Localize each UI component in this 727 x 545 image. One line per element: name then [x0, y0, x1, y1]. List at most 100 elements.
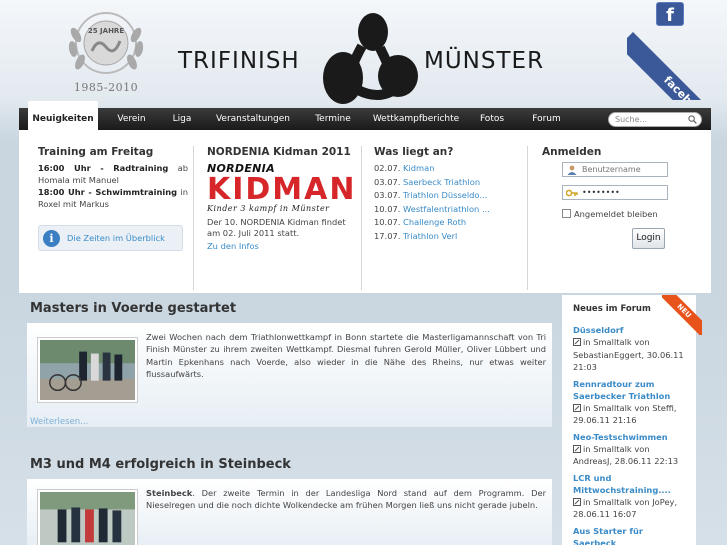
article-photo[interactable] — [37, 489, 138, 545]
upcoming-date: 03.07. — [374, 190, 401, 200]
upcoming-date: 17.07. — [374, 230, 401, 241]
anniversary-years: 1985-2010 — [73, 81, 139, 94]
upcoming-link[interactable]: Westfalentriathlon ... — [403, 204, 490, 214]
kidman-title: NORDENIA Kidman 2011 — [207, 146, 351, 158]
team-photo-image — [40, 492, 135, 545]
read-more-link[interactable]: Weiterlesen... — [30, 417, 88, 427]
post-icon — [573, 403, 581, 412]
facebook-icon[interactable]: f — [656, 2, 684, 26]
kidman-text: Der 10. NORDENIA Kidman findet am 02. Ju… — [207, 217, 346, 238]
kidman-logo-big: KIDMAN — [207, 172, 357, 207]
upcoming-item[interactable]: 03.07. Saerbeck Triathlon — [374, 176, 504, 190]
forum-item: Neo-Testschwimmen in Smalltalk von Andre… — [573, 431, 689, 468]
logo-text-left[interactable]: TRIFINISH — [178, 48, 300, 74]
remember-me[interactable]: Angemeldet bleiben — [562, 209, 658, 219]
nav-item-veranstaltungen[interactable]: Veranstaltungen — [212, 108, 294, 130]
nav-item-verein[interactable]: Verein — [109, 108, 154, 130]
article-text: Zwei Wochen nach dem Triathlonwettkampf … — [146, 332, 546, 379]
username-field[interactable]: Benutzername — [562, 162, 668, 177]
schedule-overview-link[interactable]: Die Zeiten im Überblick — [67, 233, 165, 243]
nav-item-wettkampfberichte[interactable]: Wettkampfberichte — [371, 108, 461, 130]
kidman-column: NORDENIA Kidman 2011 NORDENIA KIDMAN Kin… — [207, 130, 357, 293]
nav-item-liga[interactable]: Liga — [163, 108, 201, 130]
post-icon — [573, 444, 581, 453]
upcoming-item[interactable]: 10.07. Westfalentriathlon ... — [374, 203, 504, 217]
upcoming-title: Was liegt an? — [374, 146, 454, 158]
kidman-logo-sub: Kinder 3 kampf in Münster — [207, 204, 330, 213]
login-button[interactable]: Login — [632, 228, 665, 249]
training-title: Training am Freitag — [38, 146, 154, 158]
article-photo[interactable] — [37, 337, 138, 403]
info-panel: Training am Freitag 16:00 Uhr - Radtrain… — [19, 130, 711, 293]
nav-item-neuigkeiten[interactable]: Neuigkeiten — [28, 101, 98, 130]
forum-item-meta-text: in Smalltalk von SebastianEggert, 30.06.… — [573, 337, 684, 372]
nav-item-fotos[interactable]: Fotos — [471, 108, 513, 130]
info-icon: i — [43, 230, 60, 247]
forum-item-title[interactable]: Aus Starter für Saerbeck — [573, 525, 689, 545]
training-column: Training am Freitag 16:00 Uhr - Radtrain… — [38, 130, 188, 293]
nav-item-termine[interactable]: Termine — [306, 108, 360, 130]
login-column: Anmelden Benutzername •••••••• Angemelde… — [542, 130, 692, 293]
forum-item-title[interactable]: LCR und Mittwochstraining.... — [573, 472, 689, 496]
forum-item-meta: in Smalltalk von AndreasJ, 28.06.11 22:1… — [573, 443, 689, 468]
forum-item-title[interactable]: Neo-Testschwimmen — [573, 431, 689, 443]
forum-item-meta-text: in Smalltalk von JoPey, 28.06.11 16:07 — [573, 496, 678, 520]
upcoming-link[interactable]: Kidman — [403, 163, 434, 173]
main-navigation: Neuigkeiten Verein Liga Veranstaltungen … — [19, 101, 711, 130]
remember-label: Angemeldet bleiben — [574, 209, 658, 219]
logo-text-right[interactable]: MÜNSTER — [424, 48, 544, 74]
new-ribbon-label: NEU — [662, 295, 702, 335]
nav-item-forum[interactable]: Forum — [524, 108, 569, 130]
forum-item: Aus Starter für Saerbeck — [573, 525, 689, 545]
upcoming-date: 02.07. — [374, 163, 401, 173]
forum-item: LCR und Mittwochstraining.... in Smallta… — [573, 472, 689, 521]
upcoming-item[interactable]: 10.07. Challenge Roth — [374, 216, 504, 230]
column-divider — [361, 146, 362, 290]
training-line-1-time: 16:00 Uhr - Radtraining — [38, 163, 169, 173]
search-icon[interactable] — [688, 115, 697, 124]
new-ribbon: NEU — [662, 295, 702, 335]
kidman-info-link[interactable]: Zu den Infos — [207, 241, 357, 252]
forum-item-title[interactable]: Rennradtour zum Saerbecker Triathlon — [573, 378, 689, 402]
upcoming-item[interactable]: 17.07. Triathlon Verl — [374, 230, 504, 244]
article: Masters in Voerde gestartet Zwei Wochen … — [19, 293, 552, 435]
site-header: 25 JAHRE 1985-2010 TRIFINISH MÜNSTER fac… — [0, 0, 727, 110]
article-text: Steinbeck. Der zweite Termin in der Land… — [146, 487, 546, 512]
column-divider — [527, 146, 528, 290]
username-placeholder: Benutzername — [582, 165, 641, 174]
forum-list: Düsseldorf in Smalltalk von SebastianEgg… — [573, 324, 689, 545]
upcoming-item[interactable]: 03.07. Triathlon Düsseldo... — [374, 189, 504, 203]
forum-item-meta-text: in Smalltalk von AndreasJ, 28.06.11 22:1… — [573, 443, 679, 467]
article-title[interactable]: Masters in Voerde gestartet — [30, 301, 236, 316]
team-photo-image — [40, 340, 135, 400]
upcoming-date: 03.07. — [374, 176, 401, 187]
upcoming-link[interactable]: Saerbeck Triathlon — [403, 177, 480, 187]
training-line-1: 16:00 Uhr - Radtraining ab Homala mit Ma… — [38, 162, 188, 186]
password-field[interactable]: •••••••• — [562, 185, 668, 200]
user-icon — [567, 165, 577, 175]
forum-title: Neues im Forum — [573, 304, 651, 314]
trifinish-logo-icon[interactable] — [318, 6, 422, 108]
post-icon — [573, 338, 581, 346]
article-title[interactable]: M3 und M4 erfolgreich in Steinbeck — [30, 457, 291, 472]
upcoming-link[interactable]: Challenge Roth — [403, 217, 466, 227]
article-body: Zwei Wochen nach dem Triathlonwettkampf … — [27, 323, 552, 427]
training-line-2: 18:00 Uhr - Schwimmtraining in Roxel mit… — [38, 186, 188, 210]
training-line-2-time: 18:00 Uhr - Schwimmtraining — [38, 187, 178, 197]
upcoming-date: 10.07. — [374, 217, 401, 227]
article-body: Steinbeck. Der zweite Termin in der Land… — [27, 479, 552, 545]
search-input[interactable]: Suche... — [608, 112, 702, 127]
upcoming-link[interactable]: Triathlon Verl — [403, 231, 457, 241]
forum-item-meta: in Smalltalk von SebastianEggert, 30.06.… — [573, 336, 689, 374]
upcoming-column: Was liegt an? 02.07. Kidman 03.07. Saerb… — [374, 130, 504, 293]
remember-checkbox[interactable] — [562, 209, 571, 218]
anniversary-label: 25 JAHRE — [87, 27, 125, 35]
article-text-bold: Steinbeck — [146, 488, 193, 498]
schedule-overview-box[interactable]: i Die Zeiten im Überblick — [38, 225, 183, 251]
article-text-rest: . Der zweite Termin in der Landesliga No… — [146, 488, 546, 511]
upcoming-link[interactable]: Triathlon Düsseldo... — [403, 190, 487, 200]
kidman-logo[interactable]: NORDENIA KIDMAN Kinder 3 kampf in Münste… — [207, 162, 357, 214]
facebook-ribbon[interactable]: facebook — [627, 32, 727, 100]
upcoming-item[interactable]: 02.07. Kidman — [374, 162, 504, 176]
forum-item-meta: in Smalltalk von JoPey, 28.06.11 16:07 — [573, 496, 689, 521]
